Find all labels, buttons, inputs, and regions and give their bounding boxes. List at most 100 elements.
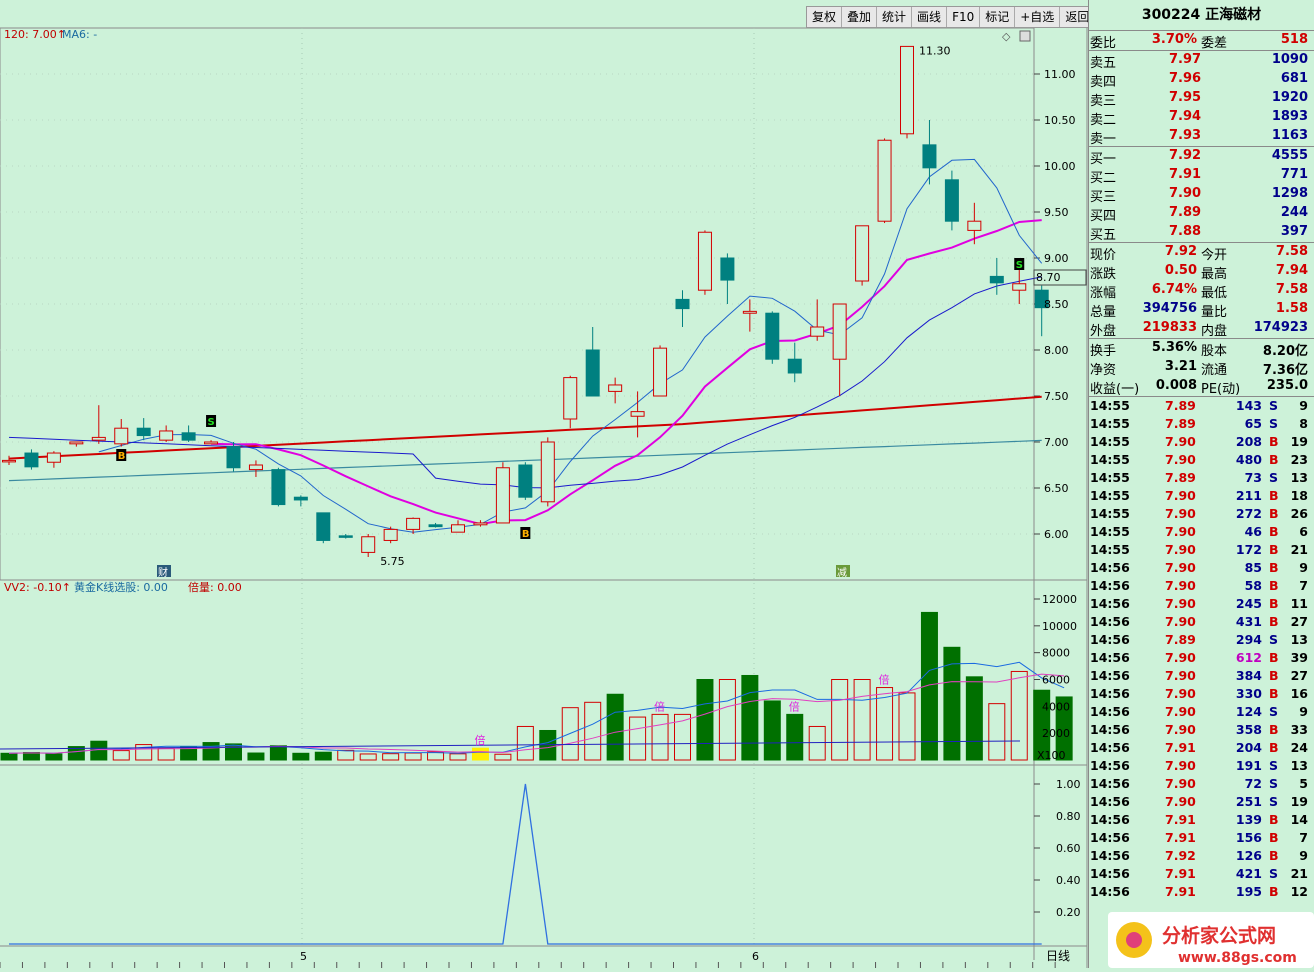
sell-order-row: 卖二 7.94 1893 xyxy=(1089,108,1314,128)
tick-count: 21 xyxy=(1290,866,1308,881)
candle-body xyxy=(540,441,555,503)
volume-bar xyxy=(359,753,377,761)
candle-body xyxy=(608,384,623,392)
tick-time: 14:55 xyxy=(1090,524,1130,539)
overlay-button[interactable]: 叠加 xyxy=(842,7,878,27)
tick-side: B xyxy=(1269,452,1279,467)
tick-price: 7.90 xyxy=(1165,524,1196,539)
cai-marker: 财 xyxy=(158,566,168,579)
tick-price: 7.92 xyxy=(1165,848,1196,863)
tick-volume: 46 xyxy=(1244,524,1262,539)
tick-price: 7.90 xyxy=(1165,452,1196,467)
price-tag: 8.70 xyxy=(1036,271,1061,284)
stat-label: 今开 xyxy=(1201,248,1228,263)
chart-area[interactable]: 倍倍倍倍 11.00 10.50 10.00 9.50 9.00 8.50 8.00 7.50… xyxy=(0,0,1096,968)
trade-tick-row: 14:56 7.91 139 B 14 xyxy=(1089,811,1314,829)
candle-body xyxy=(451,524,465,533)
kline-chart-svg[interactable]: 倍倍 倍倍 11.0010.5010.009.509.008.508.007.50… xyxy=(0,0,1088,968)
stat-value: 7.94 xyxy=(1275,263,1308,278)
order-volume: 4555 xyxy=(1271,148,1308,163)
volume-bar xyxy=(651,713,669,761)
trade-tick-row: 14:56 7.89 294 S 13 xyxy=(1089,631,1314,649)
trade-tick-row: 14:55 7.90 480 B 23 xyxy=(1089,451,1314,469)
volume-bar xyxy=(741,674,759,761)
stat-value: 0.008 xyxy=(1155,378,1197,393)
stat-label: 收益(一) xyxy=(1090,382,1140,397)
weibi-value: 3.70% xyxy=(1151,32,1197,47)
fuquan-button[interactable]: 复权 xyxy=(807,7,843,27)
order-price: 7.97 xyxy=(1169,52,1202,67)
stat-value: 7.36亿 xyxy=(1262,363,1308,378)
signal-tick-label: 0.20 xyxy=(1056,906,1081,919)
candle-body xyxy=(922,144,937,169)
candle-body xyxy=(877,139,892,222)
tick-time: 14:56 xyxy=(1090,830,1130,845)
tick-volume: 211 xyxy=(1235,488,1262,503)
tick-volume: 65 xyxy=(1244,416,1262,431)
volume-bar xyxy=(337,749,355,761)
buy-order-row: 买一 7.92 4555 xyxy=(1089,147,1314,167)
stat-label: 总量 xyxy=(1090,305,1117,320)
stat-row: 换手 5.36% 股本 8.20亿 xyxy=(1089,339,1314,359)
y-tick-label: 7.00 xyxy=(1044,436,1069,449)
bei-label: 倍 xyxy=(789,699,800,713)
tick-volume: 126 xyxy=(1235,848,1262,863)
volume-bar xyxy=(696,679,714,761)
tick-time: 14:55 xyxy=(1090,434,1130,449)
tick-count: 19 xyxy=(1290,794,1308,809)
order-label: 买一 xyxy=(1090,152,1117,167)
order-label: 卖二 xyxy=(1090,113,1117,128)
add-watchlist-button[interactable]: +自选 xyxy=(1015,7,1061,27)
tick-side: S xyxy=(1269,632,1279,647)
y-tick-label: 8.50 xyxy=(1044,298,1069,311)
order-label: 买二 xyxy=(1090,171,1117,186)
weibi-row: 委比 3.70% 委差 518 xyxy=(1089,31,1314,51)
trade-tick-row: 14:55 7.89 65 S 8 xyxy=(1089,415,1314,433)
tick-time: 14:56 xyxy=(1090,794,1130,809)
stat-value: 235.0 xyxy=(1266,378,1308,393)
stat-label: 现价 xyxy=(1090,248,1117,263)
tick-side: B xyxy=(1269,668,1279,683)
trade-tick-row: 14:55 7.90 46 B 6 xyxy=(1089,523,1314,541)
f10-button[interactable]: F10 xyxy=(947,7,981,27)
tick-volume: 124 xyxy=(1235,704,1262,719)
tick-side: B xyxy=(1269,434,1279,449)
tick-side: B xyxy=(1269,506,1279,521)
jian-marker: 减 xyxy=(837,567,847,579)
tick-side: B xyxy=(1269,830,1279,845)
tick-time: 14:55 xyxy=(1090,416,1130,431)
ma5-line xyxy=(98,158,1043,533)
candle-body xyxy=(338,535,353,538)
y-tick-label: 11.00 xyxy=(1044,68,1076,81)
volume-bar xyxy=(202,742,220,761)
tick-side: S xyxy=(1269,758,1279,773)
trade-tick-row: 14:56 7.90 191 S 13 xyxy=(1089,757,1314,775)
diamond-icon[interactable]: ◇ xyxy=(1002,30,1011,43)
stat-label: 量比 xyxy=(1201,305,1228,320)
draw-line-button[interactable]: 画线 xyxy=(912,7,948,27)
y-tick-label: 7.50 xyxy=(1044,390,1069,403)
mark-button[interactable]: 标记 xyxy=(980,7,1016,27)
order-price: 7.90 xyxy=(1169,186,1202,201)
bei-label: 倍 xyxy=(654,699,665,713)
toolbar: 复权 叠加 统计 画线 F10 标记 +自选 返回 xyxy=(806,6,1096,28)
tick-side: S xyxy=(1269,776,1279,791)
tick-volume: 72 xyxy=(1244,776,1262,791)
tick-count: 9 xyxy=(1299,704,1308,719)
tick-count: 13 xyxy=(1290,758,1308,773)
tick-time: 14:55 xyxy=(1090,542,1130,557)
order-price: 7.95 xyxy=(1169,90,1202,105)
volume-bar xyxy=(90,740,108,761)
stats-block-2: 换手 5.36% 股本 8.20亿 净资 3.21 流通 7.36亿 收益(一) 0.008 PE(… xyxy=(1089,339,1314,397)
buy-order-row: 买四 7.89 244 xyxy=(1089,204,1314,224)
window-toggle-icon[interactable] xyxy=(1019,30,1031,42)
period-label[interactable]: 日线 xyxy=(1046,949,1070,963)
statistics-button[interactable]: 统计 xyxy=(877,7,913,27)
volume-bar xyxy=(22,751,40,761)
order-label: 卖五 xyxy=(1090,56,1117,71)
trade-ticks[interactable]: 14:55 7.89 143 S 9 14:55 7.89 65 S 8 14:55 7.90 208 B… xyxy=(1089,397,1314,901)
stat-value: 7.58 xyxy=(1275,282,1308,297)
tick-volume: 294 xyxy=(1235,632,1262,647)
order-label: 买五 xyxy=(1090,228,1117,243)
y-tick-label: 6.00 xyxy=(1044,528,1069,541)
